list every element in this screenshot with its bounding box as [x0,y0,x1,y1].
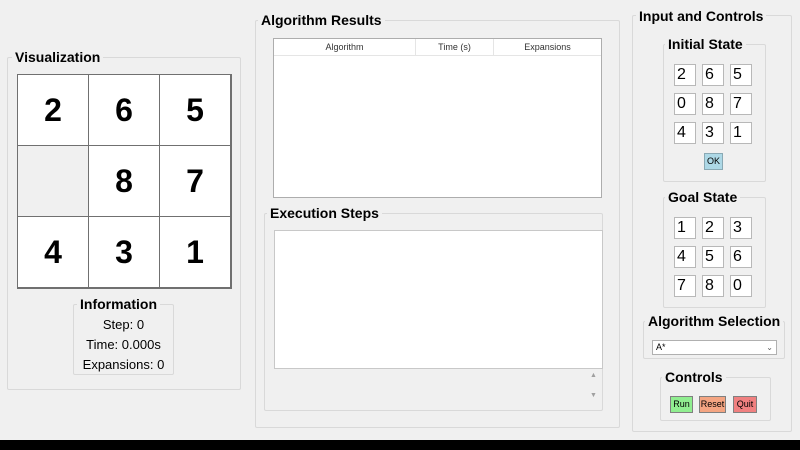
initial-state-grid: 2 6 5 0 8 7 4 3 1 [674,64,752,144]
initial-state-cell[interactable]: 1 [730,122,752,144]
results-table[interactable]: Algorithm Time (s) Expansions [273,38,602,198]
execution-steps-title: Execution Steps [267,205,382,221]
goal-state-cell[interactable]: 4 [674,246,696,268]
algorithm-selection-panel: Algorithm Selection A* ⌄ [643,313,785,359]
results-table-header: Algorithm Time (s) Expansions [274,39,601,56]
puzzle-tile: 7 [159,145,231,217]
initial-state-cell[interactable]: 3 [702,122,724,144]
goal-state-cell[interactable]: 2 [702,217,724,239]
initial-state-cell[interactable]: 2 [674,64,696,86]
puzzle-tile: 8 [88,145,160,217]
puzzle-board: 2 6 5 8 7 4 3 1 [17,74,232,289]
goal-state-cell[interactable]: 7 [674,275,696,297]
reset-button[interactable]: Reset [699,396,726,413]
algorithm-select[interactable]: A* ⌄ [652,340,777,355]
step-readout: Step: 0 [102,317,145,332]
algorithm-select-value: A* [656,342,666,352]
initial-state-cell[interactable]: 5 [730,64,752,86]
initial-state-title: Initial State [665,36,746,52]
goal-state-panel: Goal State 1 2 3 4 5 6 7 8 0 [663,189,766,308]
controls-panel: Controls Run Reset Quit [660,369,771,421]
information-panel: Information Step: 0 Time: 0.000s Expansi… [73,296,174,375]
initial-state-cell[interactable]: 4 [674,122,696,144]
goal-state-cell[interactable]: 0 [730,275,752,297]
puzzle-tile: 1 [159,216,231,288]
algorithm-selection-title: Algorithm Selection [645,313,784,329]
goal-state-grid: 1 2 3 4 5 6 7 8 0 [674,217,752,297]
puzzle-tile: 5 [159,74,231,146]
puzzle-tile: 6 [88,74,160,146]
algorithm-results-title: Algorithm Results [258,12,385,28]
initial-state-cell[interactable]: 6 [702,64,724,86]
steps-scrollbar[interactable]: ▲ ▼ [589,372,598,408]
execution-steps-textarea[interactable] [274,230,603,369]
column-header-algorithm[interactable]: Algorithm [274,39,416,55]
input-controls-title: Input and Controls [636,8,767,24]
column-header-expansions[interactable]: Expansions [494,39,601,55]
goal-state-cell[interactable]: 1 [674,217,696,239]
initial-state-panel: Initial State 2 6 5 0 8 7 4 3 1 OK [663,36,766,182]
puzzle-tile: 4 [17,216,89,288]
time-readout: Time: 0.000s [86,337,161,352]
chevron-down-icon[interactable]: ⌄ [766,341,773,354]
input-controls-panel: Input and Controls Initial State 2 6 5 0… [632,8,792,432]
puzzle-tile: 2 [17,74,89,146]
puzzle-tile: 3 [88,216,160,288]
initial-state-cell[interactable]: 7 [730,93,752,115]
quit-button[interactable]: Quit [733,396,757,413]
expansions-readout: Expansions: 0 [82,357,165,372]
initial-state-cell[interactable]: 8 [702,93,724,115]
goal-state-cell[interactable]: 3 [730,217,752,239]
information-title: Information [77,296,160,312]
algorithm-results-panel: Algorithm Results Algorithm Time (s) Exp… [255,12,620,428]
controls-title: Controls [662,369,726,385]
visualization-title: Visualization [12,49,104,65]
execution-steps-panel: Execution Steps ▲ ▼ [264,205,603,411]
initial-state-cell[interactable]: 0 [674,93,696,115]
column-header-time[interactable]: Time (s) [416,39,494,55]
puzzle-tile-blank [17,145,89,217]
scroll-up-icon[interactable]: ▲ [589,372,598,380]
run-button[interactable]: Run [670,396,693,413]
goal-state-title: Goal State [665,189,741,205]
ok-button[interactable]: OK [704,153,723,170]
taskbar [0,440,800,450]
goal-state-cell[interactable]: 8 [702,275,724,297]
goal-state-cell[interactable]: 6 [730,246,752,268]
scroll-down-icon[interactable]: ▼ [589,392,598,400]
goal-state-cell[interactable]: 5 [702,246,724,268]
